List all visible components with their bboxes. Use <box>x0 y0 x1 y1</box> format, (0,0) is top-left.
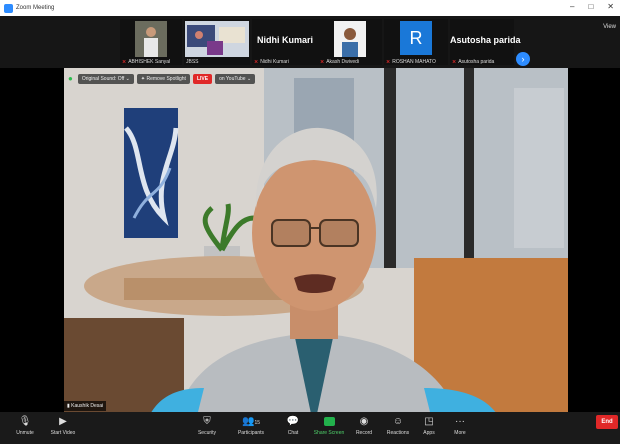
participant-photo <box>135 21 167 57</box>
participant-photo <box>185 21 249 57</box>
participant-name: ⨯ Nidhi Kumari <box>254 59 289 65</box>
participant-tile-nidhi[interactable]: Nidhi Kumari ⨯ Nidhi Kumari <box>252 19 318 65</box>
maximize-icon[interactable]: □ <box>588 2 593 11</box>
chat-icon: 💬 <box>286 416 300 427</box>
end-meeting-button[interactable]: End <box>596 415 618 429</box>
participants-icon: 👥15 <box>241 416 260 427</box>
live-badge[interactable]: LIVE <box>192 74 213 84</box>
share-screen-button[interactable]: Share Screen <box>312 412 346 444</box>
record-icon: ◉ <box>359 416 369 427</box>
security-shield-icon: ⛨ <box>203 416 211 427</box>
start-video-button[interactable]: ▶ Start Video <box>46 412 80 444</box>
participant-tile-roshan[interactable]: R ⨯ ROSHAN MAHATO <box>384 19 448 65</box>
mic-muted-icon: ⨯ <box>254 59 259 65</box>
participant-name: ⨯ ABHISHEK Sanyal <box>122 59 171 65</box>
apps-icon: ◳ <box>424 416 434 427</box>
chat-button[interactable]: 💬 Chat <box>282 412 304 444</box>
participant-tile-asutosha[interactable]: Asutosha parida ⨯ Asutosha parida <box>450 19 521 65</box>
security-button[interactable]: ⛨ Security <box>192 412 222 444</box>
mic-muted-icon: ⨯ <box>386 59 391 65</box>
meeting-toolbar: 🎙 Unmute ▶ Start Video ⛨ Security 👥15 Pa… <box>0 412 620 444</box>
reactions-icon: ☺ <box>392 416 404 427</box>
chevron-down-icon: ⌄ <box>125 76 130 82</box>
participant-tile-jbss[interactable]: JBSS <box>184 19 250 65</box>
window-controls: – □ ✕ <box>570 2 614 11</box>
record-button[interactable]: ◉ Record <box>352 412 376 444</box>
participant-name: ⨯ Asutosha parida <box>452 59 495 65</box>
meeting-status-overlay: ● Original Sound: Off ⌄ ✦ Remove Spotlig… <box>66 74 256 84</box>
more-icon: ··· <box>455 416 465 427</box>
participant-tile-akash[interactable]: ⨯ Akash Dwivedi <box>318 19 382 65</box>
participant-display-name: Nidhi Kumari <box>256 35 313 45</box>
participant-tile-abhishek[interactable]: ⨯ ABHISHEK Sanyal <box>120 19 182 65</box>
reactions-button[interactable]: ☺ Reactions <box>382 412 414 444</box>
participant-name: ⨯ Akash Dwivedi <box>320 59 359 65</box>
next-page-icon[interactable]: › <box>516 52 530 66</box>
minimize-icon[interactable]: – <box>570 2 574 11</box>
active-speaker-video <box>64 68 568 428</box>
mic-muted-icon: ⨯ <box>320 59 325 65</box>
share-screen-icon <box>323 417 335 426</box>
participant-name: JBSS <box>186 59 199 65</box>
zoom-logo-icon <box>4 3 13 13</box>
mic-muted-icon: ⨯ <box>122 59 127 65</box>
more-button[interactable]: ··· More <box>448 412 472 444</box>
window-titlebar: Zoom Meeting – □ ✕ <box>0 0 620 16</box>
apps-button[interactable]: ◳ Apps <box>418 412 440 444</box>
speaker-name-label: ▮ Kaushik Desai <box>64 401 107 411</box>
window-title: Zoom Meeting <box>16 5 55 11</box>
participants-count: 15 <box>254 420 260 426</box>
participants-button[interactable]: 👥15 Participants <box>232 412 270 444</box>
participant-photo <box>334 21 366 57</box>
meeting-window: ⨯ ABHISHEK Sanyal JBSS Nidhi Kumari ⨯ Nidh… <box>0 16 620 444</box>
avatar: R <box>400 21 432 55</box>
live-platform-dropdown[interactable]: on YouTube ⌄ <box>215 74 256 84</box>
unmute-button[interactable]: 🎙 Unmute <box>10 412 40 444</box>
gallery-strip: ⨯ ABHISHEK Sanyal JBSS Nidhi Kumari ⨯ Nidh… <box>0 16 620 68</box>
audio-level-icon: ▮ <box>67 403 70 409</box>
close-icon[interactable]: ✕ <box>607 2 614 11</box>
mic-muted-icon: ⨯ <box>452 59 457 65</box>
view-button[interactable]: View <box>603 24 616 30</box>
video-off-icon: ▶ <box>59 416 67 427</box>
remove-spotlight-button[interactable]: ✦ Remove Spotlight <box>136 74 190 84</box>
shield-icon[interactable]: ● <box>66 74 75 84</box>
spotlight-icon: ✦ <box>140 76 146 82</box>
chevron-down-icon: ⌄ <box>246 76 252 82</box>
participant-display-name: Asutosha parida <box>450 35 521 45</box>
speaker-video-frame <box>64 68 568 428</box>
original-sound-button[interactable]: Original Sound: Off ⌄ <box>77 74 134 84</box>
participant-name: ⨯ ROSHAN MAHATO <box>386 59 436 65</box>
mic-muted-icon: 🎙 <box>18 416 32 427</box>
